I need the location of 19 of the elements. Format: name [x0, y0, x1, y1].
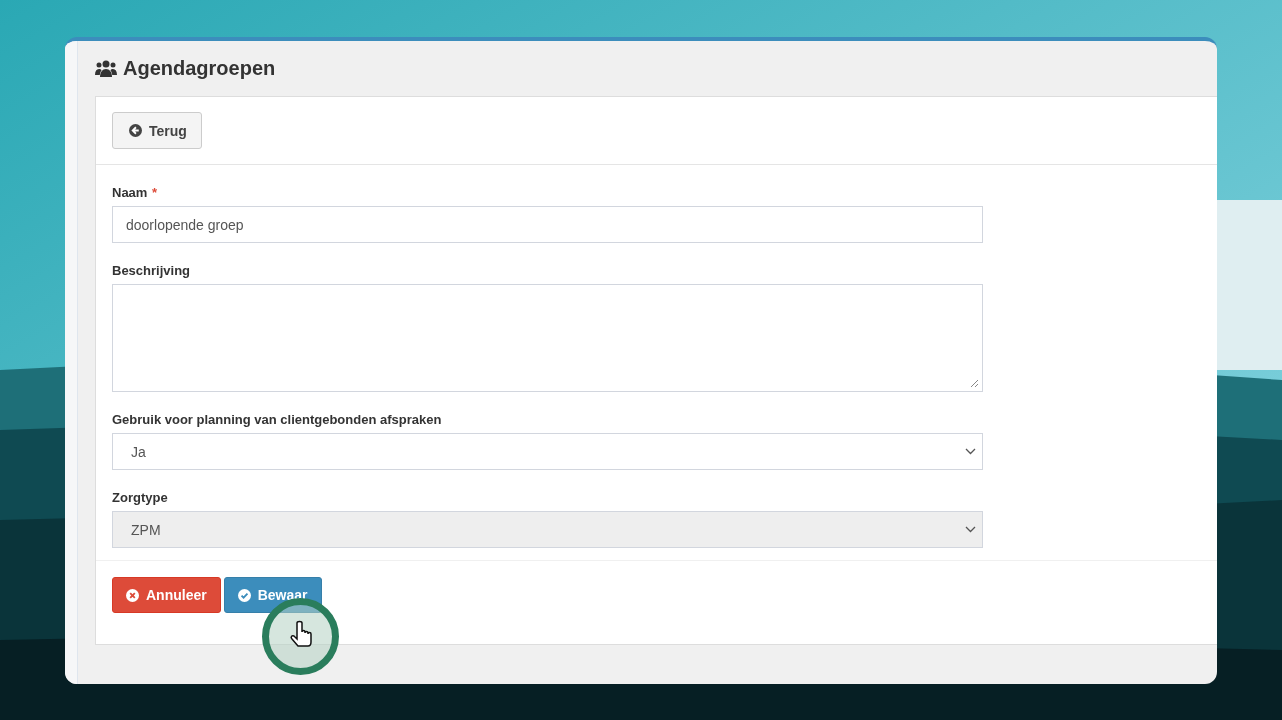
- field-label: Zorgtype: [112, 490, 168, 505]
- back-button[interactable]: Terug: [112, 112, 202, 149]
- page-title: Agendagroepen: [123, 57, 276, 80]
- close-icon: [126, 588, 139, 602]
- users-icon: [95, 59, 117, 78]
- arrow-left-icon: [129, 124, 142, 137]
- field-label: Naam: [112, 185, 148, 200]
- resize-handle-icon[interactable]: [970, 379, 978, 387]
- cancel-button[interactable]: Annuleer: [112, 577, 221, 613]
- select-field[interactable]: Ja: [112, 433, 983, 470]
- check-icon: [237, 588, 251, 602]
- field-label: Gebruik voor planning van clientgebonden afspraken: [112, 412, 442, 427]
- field-label: Beschrijving: [112, 263, 191, 278]
- save-button[interactable]: Bewaar: [223, 577, 322, 613]
- text-field[interactable]: doorlopende groep: [112, 206, 983, 243]
- required-mark: *: [151, 185, 157, 200]
- chevron-down-icon: [965, 526, 976, 533]
- chevron-down-icon: [965, 448, 976, 455]
- select-field: ZPM: [112, 511, 983, 548]
